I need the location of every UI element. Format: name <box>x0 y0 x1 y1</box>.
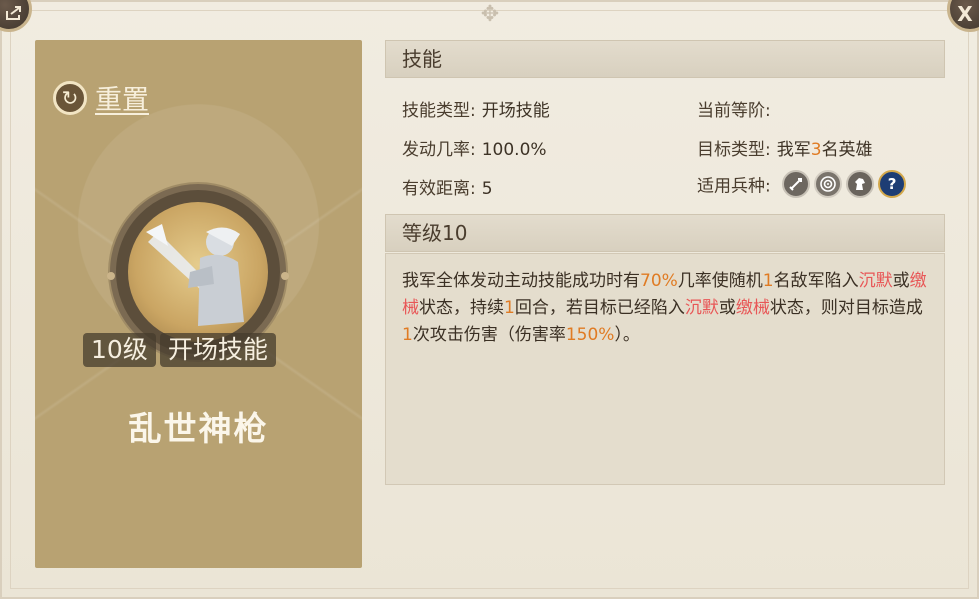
rate-label: 发动几率: <box>402 140 476 160</box>
horse-icon[interactable] <box>846 170 875 198</box>
compass-emblem-icon: ✥ <box>480 2 500 27</box>
skill-description: 我军全体发动主动技能成功时有70%几率使随机1名敌军陷入沉默或缴械状态，持续1回… <box>402 271 927 345</box>
reset-button[interactable]: ↻ 重置 <box>53 78 149 117</box>
target-row: 目标类型: 我军3名英雄 <box>697 135 873 160</box>
level-section-header: 等级10 <box>385 214 945 252</box>
range-label: 有效距离: <box>402 179 476 199</box>
skill-name: 乱世神枪 <box>128 409 269 448</box>
ring-dot <box>107 272 115 280</box>
rank-label: 当前等阶: <box>697 101 771 121</box>
level-badge: 10级 <box>83 333 156 367</box>
troop-label: 适用兵种: <box>697 176 771 197</box>
rate-row: 发动几率: 100.0% <box>402 135 547 160</box>
level-section-title: 等级10 <box>402 221 468 245</box>
share-out-icon <box>5 2 23 26</box>
close-icon: X <box>957 2 973 26</box>
target-value: 我军3名英雄 <box>777 140 873 160</box>
troop-row: 适用兵种: ? <box>697 170 907 198</box>
reset-label: 重置 <box>95 85 149 116</box>
spear-warrior-icon <box>146 224 244 326</box>
target-label: 目标类型: <box>697 140 771 160</box>
skill-portrait <box>128 202 268 342</box>
bow-icon[interactable] <box>814 170 843 198</box>
question-icon[interactable]: ? <box>878 170 907 198</box>
rate-value: 100.0% <box>481 140 547 160</box>
range-row: 有效距离: 5 <box>402 174 493 199</box>
range-value: 5 <box>481 179 493 199</box>
skill-type-label: 技能类型: <box>402 101 476 121</box>
description-box: 我军全体发动主动技能成功时有70%几率使随机1名敌军陷入沉默或缴械状态，持续1回… <box>385 253 945 485</box>
ring-dot <box>281 272 289 280</box>
skill-type-row: 技能类型: 开场技能 <box>402 96 550 121</box>
skill-section-header: 技能 <box>385 40 945 78</box>
target-suffix: 名英雄 <box>821 140 873 160</box>
skill-type-badge: 开场技能 <box>159 333 276 367</box>
skill-section-title: 技能 <box>402 47 442 71</box>
skill-card: ↻ 重置 10级 开场技能 乱世神枪 <box>35 40 362 568</box>
reset-icon: ↻ <box>53 80 87 115</box>
sword-icon[interactable] <box>782 170 811 198</box>
rank-row: 当前等阶: <box>697 96 777 121</box>
skill-type-value: 开场技能 <box>481 101 550 121</box>
target-count: 3 <box>810 140 822 160</box>
target-prefix: 我军 <box>776 140 811 160</box>
